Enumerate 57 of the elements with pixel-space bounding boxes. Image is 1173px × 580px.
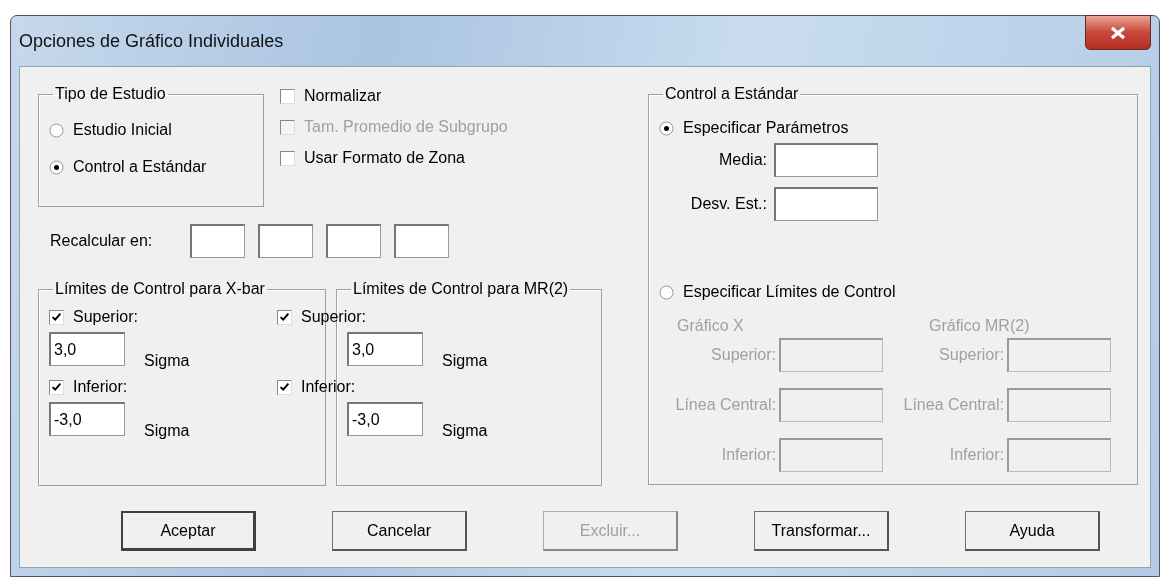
unit-label: Sigma bbox=[143, 422, 191, 440]
checkbox-label: Superior: bbox=[73, 308, 138, 326]
section-title: Gráfico MR(2) bbox=[928, 317, 1031, 335]
close-button[interactable] bbox=[1085, 15, 1151, 50]
radio-label: Estudio Inicial bbox=[73, 121, 172, 139]
text-field[interactable] bbox=[394, 224, 449, 258]
radio-button[interactable] bbox=[49, 122, 64, 138]
field-label: Superior: bbox=[938, 346, 1005, 364]
group-title: Tipo de Estudio bbox=[54, 85, 167, 103]
checkbox-label: Inferior: bbox=[73, 378, 128, 396]
field-label: Recalcular en: bbox=[50, 232, 154, 250]
unit-label: Sigma bbox=[143, 352, 191, 370]
field-label: Media: bbox=[717, 151, 768, 169]
text-field[interactable] bbox=[774, 143, 878, 177]
checkbox-label: Usar Formato de Zona bbox=[304, 149, 465, 167]
checkbox[interactable] bbox=[280, 150, 295, 166]
text-field[interactable]: -3,0 bbox=[49, 402, 125, 436]
section-title: Gráfico X bbox=[676, 317, 745, 335]
unit-label: Sigma bbox=[441, 352, 489, 370]
text-field[interactable] bbox=[326, 224, 381, 258]
dialog-button[interactable]: Cancelar bbox=[332, 511, 467, 551]
radio-button[interactable] bbox=[659, 284, 674, 300]
radio-button[interactable] bbox=[659, 120, 674, 136]
group-title: Límites de Control para X-bar bbox=[54, 280, 266, 298]
field-label: Inferior: bbox=[720, 446, 777, 464]
radio-label: Especificar Parámetros bbox=[683, 119, 849, 137]
text-field[interactable] bbox=[774, 187, 878, 221]
checkbox-label: Superior: bbox=[301, 308, 366, 326]
checkbox-label: Inferior: bbox=[301, 378, 356, 396]
checkbox[interactable] bbox=[280, 88, 295, 104]
radio-button[interactable] bbox=[49, 159, 64, 175]
close-icon bbox=[1109, 25, 1127, 40]
window-title: Opciones de Gráfico Individuales bbox=[19, 30, 284, 52]
unit-label: Sigma bbox=[441, 422, 489, 440]
checkbox-label: Tam. Promedio de Subgrupo bbox=[304, 118, 508, 136]
text-field[interactable]: 3,0 bbox=[49, 332, 125, 366]
field-label: Desv. Est.: bbox=[689, 195, 768, 213]
dialog-button[interactable]: Ayuda bbox=[965, 511, 1100, 551]
radio-label: Control a Estándar bbox=[73, 158, 207, 176]
checkbox[interactable] bbox=[49, 379, 64, 395]
checkbox-label: Normalizar bbox=[304, 87, 382, 105]
field-label: Línea Central: bbox=[902, 396, 1005, 414]
text-field[interactable]: 3,0 bbox=[347, 332, 423, 366]
field-label: Inferior: bbox=[948, 446, 1005, 464]
checkbox[interactable] bbox=[277, 379, 292, 395]
field-label: Línea Central: bbox=[674, 396, 777, 414]
dialog-button[interactable]: Aceptar bbox=[121, 511, 256, 551]
checkbox[interactable] bbox=[277, 309, 292, 325]
group-title: Límites de Control para MR(2) bbox=[352, 280, 570, 298]
text-field[interactable] bbox=[258, 224, 313, 258]
group-title: Control a Estándar bbox=[664, 85, 800, 103]
text-field[interactable] bbox=[190, 224, 245, 258]
dialog-button[interactable]: Transformar... bbox=[754, 511, 889, 551]
radio-label: Especificar Límites de Control bbox=[683, 283, 896, 301]
text-field[interactable]: -3,0 bbox=[347, 402, 423, 436]
field-label: Superior: bbox=[710, 346, 777, 364]
checkbox[interactable] bbox=[49, 309, 64, 325]
